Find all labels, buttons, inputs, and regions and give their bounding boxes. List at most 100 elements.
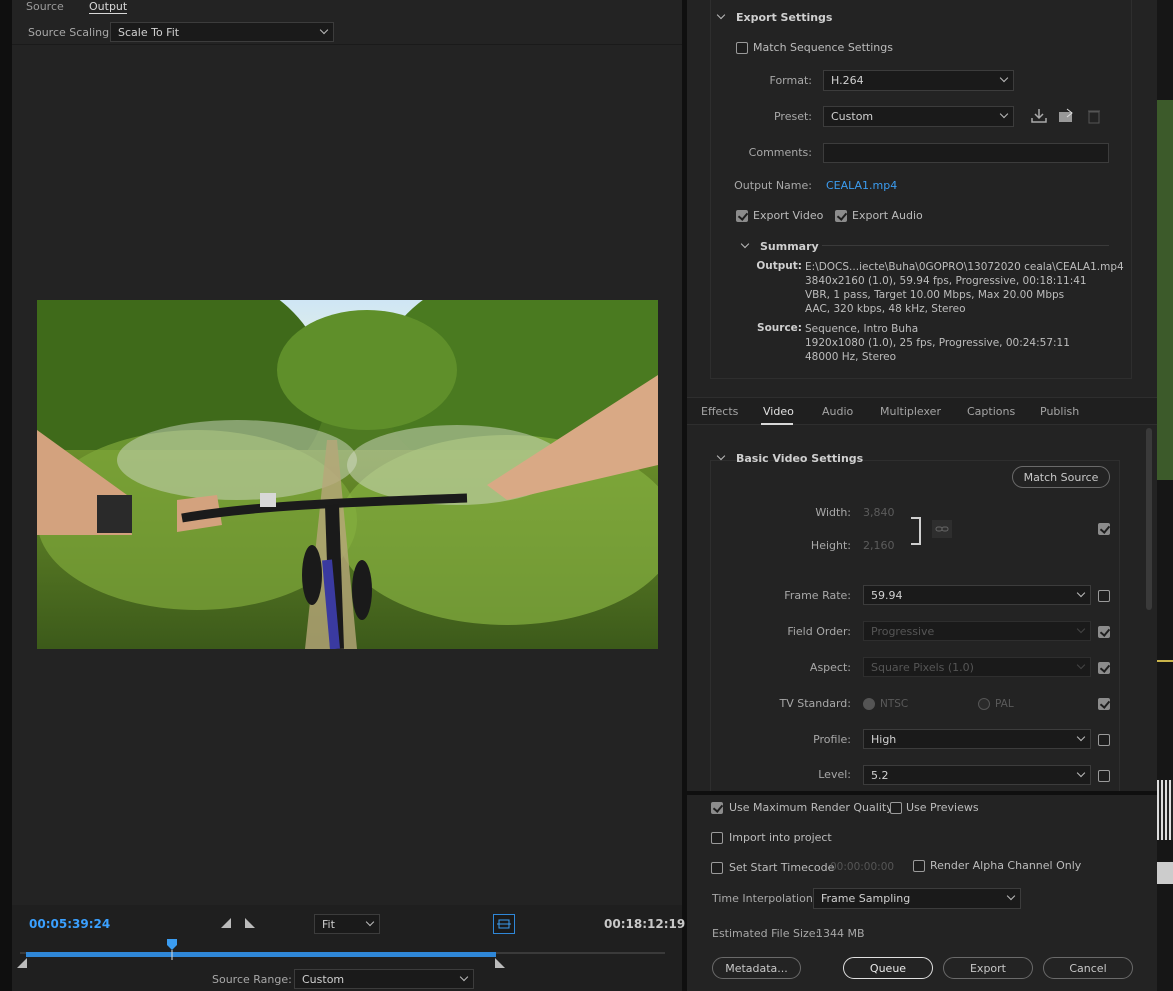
tab-output[interactable]: Output [89,0,128,14]
export-video-checkbox[interactable] [736,210,748,222]
profile-dropdown[interactable]: High [863,729,1091,749]
import-project-checkbox[interactable] [711,832,723,844]
level-dropdown[interactable]: 5.2 [863,765,1091,785]
height-value[interactable]: 2,160 [863,539,895,552]
import-preset-icon[interactable] [1057,108,1075,124]
aspect-correction-toggle[interactable] [493,914,515,934]
tab-audio[interactable]: Audio [822,405,853,418]
source-range-dropdown[interactable]: Custom [294,969,474,989]
chevron-down-icon [459,972,469,982]
source-scaling-label: Source Scaling: [28,26,113,39]
export-settings-title: Export Settings [736,11,833,24]
frame-rate-value: 59.94 [871,588,903,602]
pal-radio[interactable] [978,698,990,710]
cancel-button[interactable]: Cancel [1043,957,1133,979]
mark-in-icon[interactable] [220,917,232,929]
aspect-checkbox[interactable] [1098,662,1110,674]
tv-standard-label: TV Standard: [779,697,852,710]
comments-field[interactable] [823,143,1109,163]
current-time[interactable]: 00:05:39:24 [29,917,110,931]
aspect-value: Square Pixels (1.0) [871,660,974,674]
summary-output-label: Output: [756,260,802,272]
comments-label: Comments: [748,146,812,159]
dimension-bracket [911,517,921,545]
summary-output-lines: E:\DOCS...iecte\Buha\0GOPRO\13072020 cea… [805,260,1135,316]
save-preset-icon[interactable] [1030,108,1048,124]
chevron-down-icon [1006,891,1016,901]
source-scaling-value: Scale To Fit [118,25,180,39]
max-render-checkbox[interactable] [711,802,723,814]
import-project-label: Import into project [729,831,832,844]
width-label: Width: [815,506,851,519]
profile-label: Profile: [813,733,851,746]
frame-rate-label: Frame Rate: [784,589,851,602]
format-label: Format: [769,74,812,87]
field-order-label: Field Order: [787,625,851,638]
summary-source-video: 1920x1080 (1.0), 25 fps, Progressive, 00… [805,337,1070,349]
summary-source-lines: Sequence, Intro Buha 1920x1080 (1.0), 25… [805,322,1135,364]
tab-captions[interactable]: Captions [967,405,1015,418]
export-audio-checkbox[interactable] [835,210,847,222]
preset-dropdown[interactable]: Custom [823,106,1014,127]
metadata-button[interactable]: Metadata... [712,957,801,979]
tv-standard-checkbox[interactable] [1098,698,1110,710]
tab-video[interactable]: Video [763,405,794,418]
chevron-down-icon [319,25,329,35]
in-point-handle[interactable] [16,957,28,969]
profile-checkbox[interactable] [1098,734,1110,746]
video-preview-frame [37,300,658,649]
out-point-handle[interactable] [494,957,506,969]
tab-source[interactable]: Source [26,0,64,13]
match-sequence-label: Match Sequence Settings [753,41,893,54]
mark-out-icon[interactable] [244,917,256,929]
start-timecode-checkbox[interactable] [711,862,723,874]
link-icon[interactable] [931,519,953,539]
ntsc-label: NTSC [880,698,909,710]
level-checkbox[interactable] [1098,770,1110,782]
level-label: Level: [818,768,851,781]
use-previews-checkbox[interactable] [890,802,902,814]
pal-label: PAL [995,698,1014,710]
source-range-value: Custom [302,972,345,986]
chevron-down-icon [1076,732,1086,742]
source-range-bar[interactable] [26,952,496,957]
start-timecode-value[interactable]: 00:00:00:00 [830,861,894,873]
max-render-label: Use Maximum Render Quality [729,801,893,814]
dimensions-override-checkbox[interactable] [1098,523,1110,535]
time-interpolation-dropdown[interactable]: Frame Sampling [813,888,1021,909]
source-scaling-dropdown[interactable]: Scale To Fit [110,22,334,42]
time-interpolation-label: Time Interpolation: [712,892,817,905]
level-value: 5.2 [871,768,889,782]
chevron-down-icon [999,109,1009,119]
field-order-value: Progressive [871,624,935,638]
file-size-value: 1344 MB [816,927,865,940]
ntsc-radio[interactable] [863,698,875,710]
format-dropdown[interactable]: H.264 [823,70,1014,91]
frame-rate-dropdown[interactable]: 59.94 [863,585,1091,605]
aspect-label: Aspect: [809,661,851,674]
export-video-label: Export Video [753,209,824,222]
tab-effects[interactable]: Effects [701,405,738,418]
aspect-correction-icon [497,919,511,929]
delete-preset-icon[interactable] [1087,108,1101,124]
aspect-dropdown[interactable]: Square Pixels (1.0) [863,657,1091,677]
height-label: Height: [810,539,851,552]
start-timecode-label: Set Start Timecode [729,861,835,874]
export-button[interactable]: Export [943,957,1033,979]
output-name-link[interactable]: CEALA1.mp4 [826,179,897,192]
render-alpha-checkbox[interactable] [913,860,925,872]
collapse-icon[interactable] [716,451,726,461]
width-value[interactable]: 3,840 [863,506,895,519]
queue-button[interactable]: Queue [843,957,933,979]
field-order-dropdown[interactable]: Progressive [863,621,1091,641]
match-source-button[interactable]: Match Source [1012,466,1110,488]
match-sequence-checkbox[interactable] [736,42,748,54]
chevron-down-icon [1076,768,1086,778]
field-order-checkbox[interactable] [1098,626,1110,638]
tab-publish[interactable]: Publish [1040,405,1079,418]
frame-rate-checkbox[interactable] [1098,590,1110,602]
settings-scrollbar[interactable] [1146,428,1152,610]
tab-multiplexer[interactable]: Multiplexer [880,405,941,418]
zoom-dropdown[interactable]: Fit [314,914,380,934]
playhead[interactable] [165,937,179,961]
